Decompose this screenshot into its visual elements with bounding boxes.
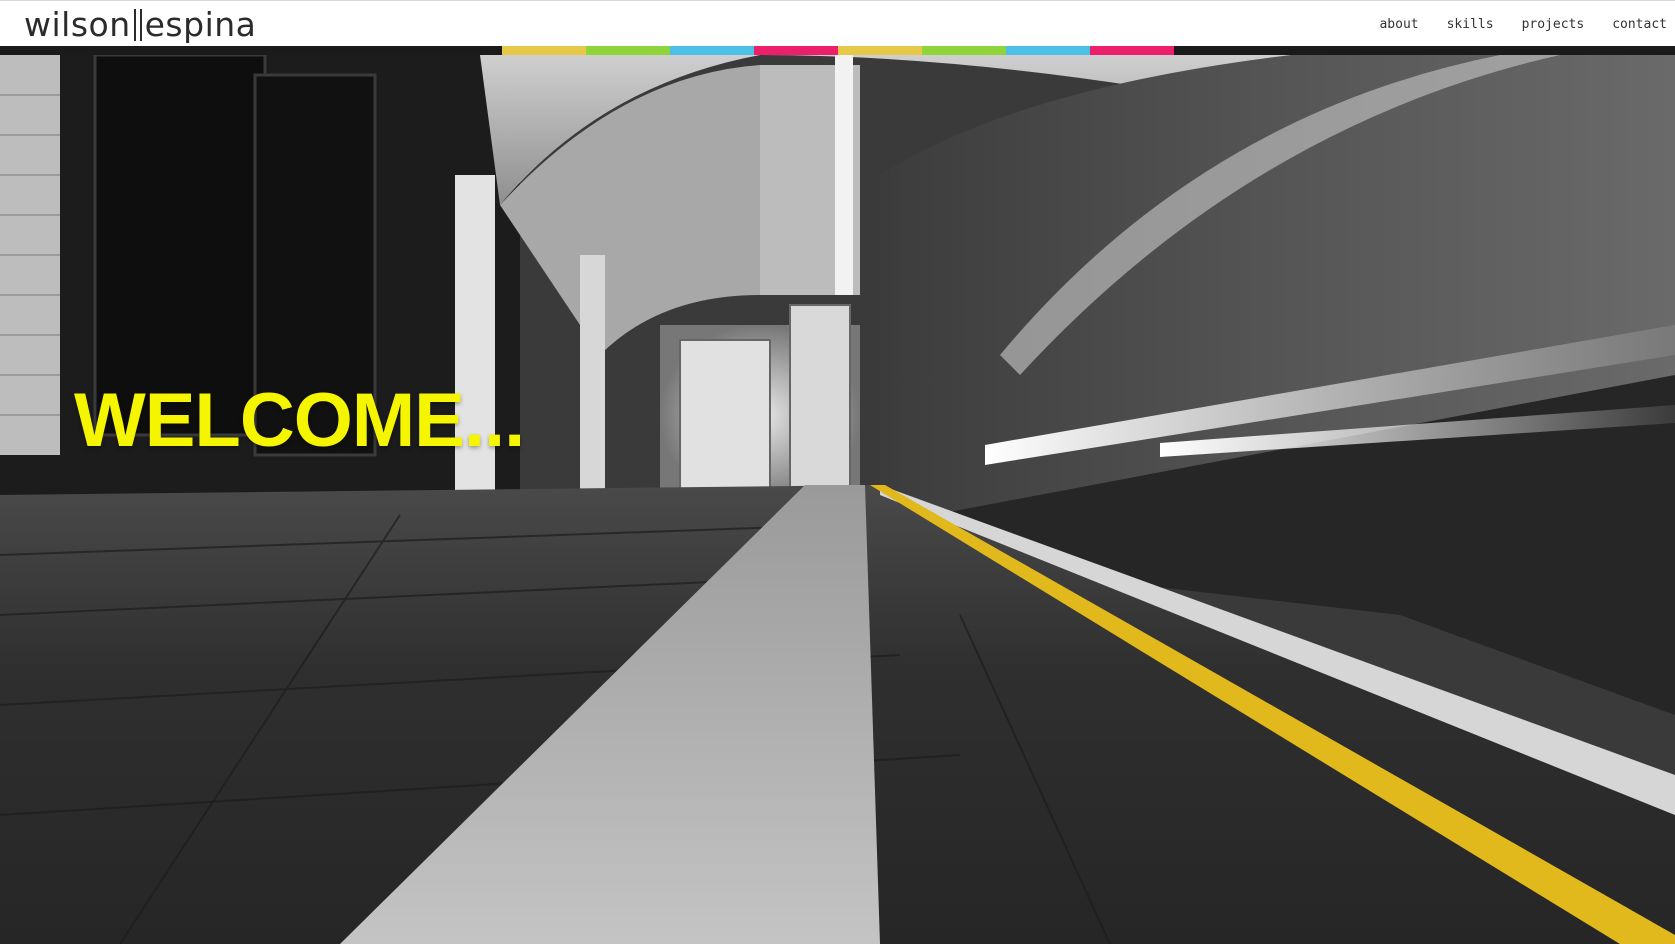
color-strip-spacer [0,46,502,55]
logo-text-wilson: wilson [24,4,131,44]
color-strip-segment [502,46,586,55]
nav-link-contact[interactable]: contact [1612,17,1667,32]
logo-text-espina: espina [144,4,257,44]
main-nav: about skills projects contact [1351,1,1667,47]
hero-section: WELCOME... [0,55,1675,944]
color-strip [0,46,1675,55]
color-strip-segment [754,46,838,55]
nav-link-projects[interactable]: projects [1522,17,1585,32]
site-logo[interactable]: wilson espina [24,3,256,45]
nav-link-about[interactable]: about [1379,17,1418,32]
color-strip-segment [1090,46,1174,55]
color-strip-segment [922,46,1006,55]
color-strip-segment [586,46,670,55]
color-strip-segment [1006,46,1090,55]
nav-link-skills[interactable]: skills [1447,17,1494,32]
welcome-heading: WELCOME... [74,378,525,463]
site-header: wilson espina about skills projects cont… [0,0,1675,46]
subway-platform-illustration [0,55,1675,944]
logo-separator-icon [133,9,142,41]
page: wilson espina about skills projects cont… [0,0,1675,944]
color-strip-segment [838,46,922,55]
color-strip-segment [670,46,754,55]
